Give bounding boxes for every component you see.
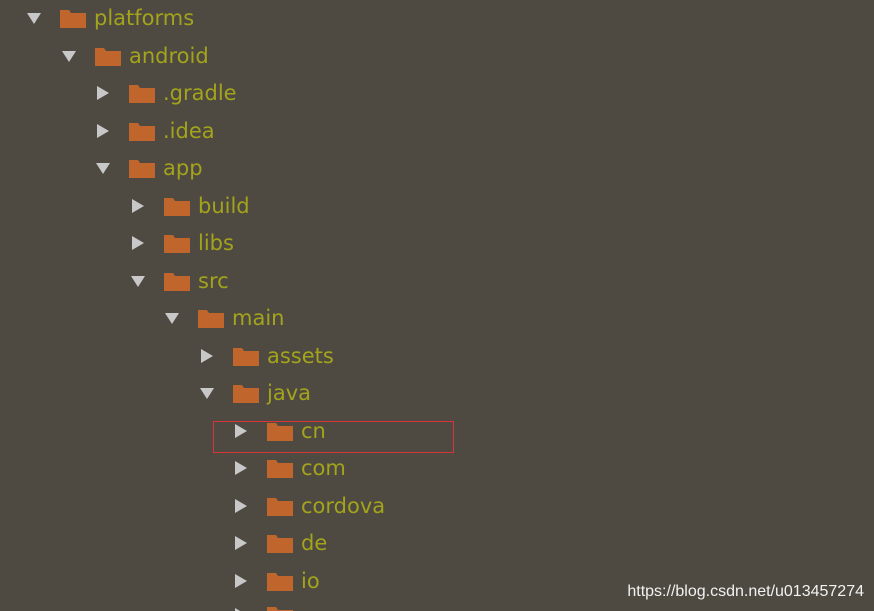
tree-node-partial[interactable] xyxy=(232,601,301,611)
tree-node-label: libs xyxy=(198,231,234,255)
tree-node-cordova[interactable]: cordova xyxy=(232,492,385,520)
folder-icon xyxy=(197,307,225,329)
folder-icon xyxy=(59,7,87,29)
project-file-tree: platforms android .gradle .idea app buil… xyxy=(0,0,874,611)
folder-icon xyxy=(128,120,156,142)
tree-node-cn[interactable]: cn xyxy=(232,417,326,445)
folder-icon xyxy=(266,532,294,554)
chevron-down-icon[interactable] xyxy=(60,47,78,65)
folder-icon xyxy=(266,570,294,592)
chevron-right-icon[interactable] xyxy=(232,497,250,515)
tree-node-src[interactable]: src xyxy=(129,267,229,295)
tree-node-label: src xyxy=(198,269,229,293)
folder-icon xyxy=(163,195,191,217)
chevron-down-icon[interactable] xyxy=(25,9,43,27)
folder-icon xyxy=(266,420,294,442)
chevron-down-icon[interactable] xyxy=(94,159,112,177)
folder-icon xyxy=(232,345,260,367)
tree-node-label: .idea xyxy=(163,119,215,143)
tree-node-java[interactable]: java xyxy=(198,379,311,407)
tree-node-libs[interactable]: libs xyxy=(129,229,234,257)
tree-node-label: .gradle xyxy=(163,81,237,105)
chevron-right-icon[interactable] xyxy=(94,84,112,102)
folder-icon xyxy=(94,45,122,67)
tree-node-de[interactable]: de xyxy=(232,529,327,557)
tree-node-label: platforms xyxy=(94,6,195,30)
chevron-right-icon[interactable] xyxy=(232,572,250,590)
folder-icon xyxy=(266,495,294,517)
chevron-down-icon[interactable] xyxy=(163,309,181,327)
chevron-right-icon[interactable] xyxy=(232,606,250,611)
tree-node-android[interactable]: android xyxy=(60,42,209,70)
chevron-right-icon[interactable] xyxy=(94,122,112,140)
chevron-right-icon[interactable] xyxy=(129,234,147,252)
folder-icon xyxy=(266,604,294,611)
tree-node-main[interactable]: main xyxy=(163,304,284,332)
chevron-right-icon[interactable] xyxy=(129,197,147,215)
tree-node-label: com xyxy=(301,456,346,480)
tree-node-label: app xyxy=(163,156,203,180)
folder-icon xyxy=(128,157,156,179)
tree-node-com[interactable]: com xyxy=(232,454,346,482)
tree-node-label: build xyxy=(198,194,250,218)
chevron-right-icon[interactable] xyxy=(232,459,250,477)
folder-icon xyxy=(163,232,191,254)
folder-icon xyxy=(163,270,191,292)
tree-node-io[interactable]: io xyxy=(232,567,320,595)
tree-node-label: java xyxy=(267,381,311,405)
tree-node-label: android xyxy=(129,44,209,68)
chevron-right-icon[interactable] xyxy=(232,534,250,552)
folder-icon xyxy=(128,82,156,104)
tree-node-platforms[interactable]: platforms xyxy=(25,4,194,32)
tree-node-label: assets xyxy=(267,344,334,368)
tree-node-label: io xyxy=(301,569,320,593)
watermark-text: https://blog.csdn.net/u013457274 xyxy=(627,583,864,600)
chevron-down-icon[interactable] xyxy=(129,272,147,290)
chevron-down-icon[interactable] xyxy=(198,384,216,402)
tree-node-idea[interactable]: .idea xyxy=(94,117,215,145)
tree-node-app[interactable]: app xyxy=(94,154,203,182)
chevron-right-icon[interactable] xyxy=(232,422,250,440)
tree-node-label: main xyxy=(232,306,285,330)
folder-icon xyxy=(232,382,260,404)
tree-node-gradle[interactable]: .gradle xyxy=(94,79,237,107)
tree-node-label: cordova xyxy=(301,494,386,518)
tree-node-label: cn xyxy=(301,419,326,443)
tree-node-build[interactable]: build xyxy=(129,192,250,220)
tree-node-label: de xyxy=(301,531,328,555)
folder-icon xyxy=(266,457,294,479)
tree-node-assets[interactable]: assets xyxy=(198,342,334,370)
chevron-right-icon[interactable] xyxy=(198,347,216,365)
